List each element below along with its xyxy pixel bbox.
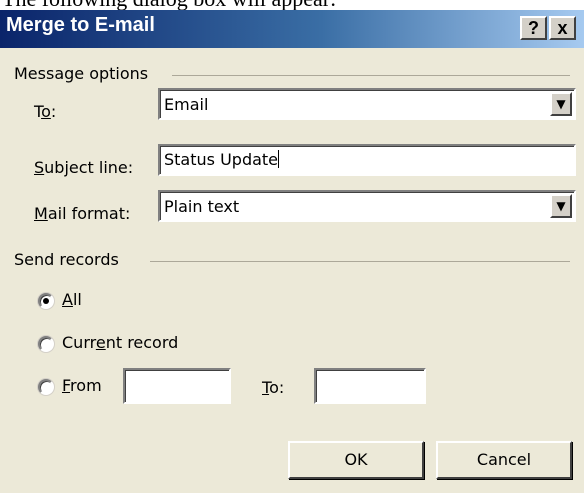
ok-button[interactable]: OK [288, 441, 424, 479]
send-records-label: Send records [14, 250, 129, 269]
text-caret [278, 150, 280, 168]
mail-format-select[interactable]: Plain text ▼ [158, 190, 576, 222]
to-label: To: [34, 102, 57, 121]
to-select[interactable]: Email ▼ [158, 88, 576, 120]
dropdown-arrow-icon[interactable]: ▼ [550, 92, 572, 116]
subject-line-label: Subject line: [34, 158, 134, 177]
cancel-button[interactable]: Cancel [436, 441, 572, 479]
send-records-divider [150, 261, 570, 262]
message-options-label: Message options [14, 64, 159, 83]
mail-format-value: Plain text [164, 197, 240, 216]
title-bar[interactable]: Merge to E-mail ? x [0, 10, 584, 48]
window-title: Merge to E-mail [6, 14, 155, 36]
dropdown-arrow-icon[interactable]: ▼ [550, 194, 572, 218]
from-record-input[interactable] [123, 368, 231, 404]
to-record-input[interactable] [314, 368, 426, 404]
radio-all[interactable] [38, 293, 54, 309]
subject-line-value: Status Update [164, 150, 279, 169]
radio-all-label: All [62, 290, 82, 309]
to-record-label: To: [262, 378, 285, 397]
merge-to-email-dialog: Merge to E-mail ? x Message options To: … [0, 10, 584, 493]
radio-current-record[interactable] [38, 336, 54, 352]
to-select-value: Email [164, 95, 209, 114]
help-button[interactable]: ? [520, 16, 547, 40]
message-options-divider [172, 75, 570, 76]
subject-line-input[interactable]: Status Update [158, 144, 576, 176]
radio-from-label: From [62, 376, 102, 395]
radio-current-record-label: Current record [62, 333, 179, 352]
mail-format-label: Mail format: [34, 204, 131, 223]
radio-from[interactable] [38, 379, 54, 395]
close-button[interactable]: x [549, 16, 576, 40]
